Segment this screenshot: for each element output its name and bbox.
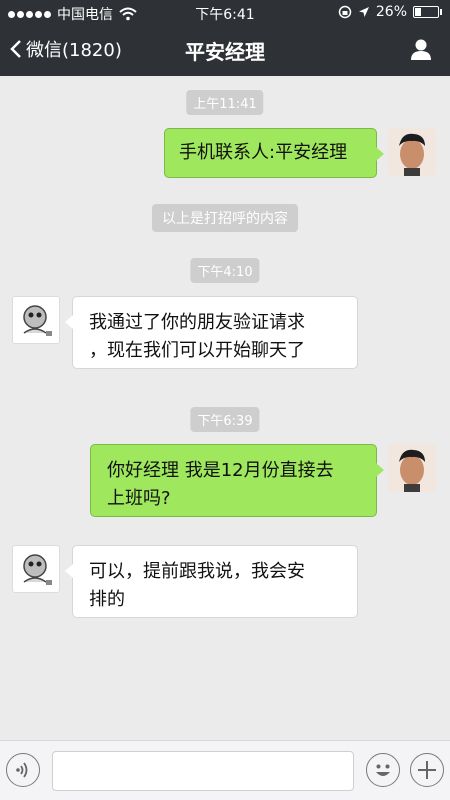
input-bar [0,740,450,800]
my-avatar[interactable] [388,128,436,176]
contact-avatar[interactable] [12,296,60,344]
chat-area[interactable]: 上午11:41 手机联系人:平安经理 以上是打招呼的内容 下午4:10 我通过了… [0,76,450,740]
message-line: 我通过了你的朋友验证请求 [89,312,305,333]
more-button[interactable] [410,753,444,787]
timestamp: 下午4:10 [190,258,260,283]
message-line: 可以，提前跟我说，我会安 [89,561,305,582]
battery-tip [440,9,442,15]
message-line: 上班吗? [107,488,171,509]
message-bubble-incoming[interactable]: 可以，提前跟我说，我会安 排的 [65,545,358,618]
message-bubble-outgoing[interactable]: 手机联系人:平安经理 [164,128,384,178]
person-icon [411,39,431,60]
voice-icon [16,762,28,778]
contact-avatar[interactable] [12,545,60,593]
message-line: ，现在我们可以开始聊天了 [89,340,305,361]
avatar-photo [388,128,436,176]
plus-icon [418,761,436,779]
my-avatar[interactable] [388,444,436,492]
profile-button[interactable] [410,38,432,64]
battery-percent: 26% [375,4,407,20]
emoji-button[interactable] [366,753,400,787]
message-bubble-outgoing[interactable]: 你好经理 我是12月份直接去 上班吗? [90,444,384,517]
system-message: 以上是打招呼的内容 [152,204,298,232]
timestamp: 上午11:41 [186,90,264,115]
status-right: 26% [338,4,442,20]
message-bubble-incoming[interactable]: 我通过了你的朋友验证请求 ，现在我们可以开始聊天了 [65,296,358,369]
nav-bar: 微信(1820) 平安经理 [0,24,450,76]
emoji-icon [376,764,390,776]
avatar-photo [388,444,436,492]
status-bar: 中国电信 下午6:41 26% [0,0,450,24]
avatar-drawing [23,554,52,585]
location-arrow-icon [358,7,369,17]
message-text: 手机联系人:平安经理 [179,142,348,163]
message-line: 排的 [89,589,125,610]
voice-button[interactable] [6,753,40,787]
chat-title: 平安经理 [185,40,265,64]
battery-icon [413,6,439,18]
rotation-lock-icon [338,5,352,19]
message-line: 你好经理 我是12月份直接去 [107,460,334,481]
timestamp: 下午6:39 [190,407,260,432]
message-input[interactable] [52,751,354,791]
avatar-drawing [23,305,52,336]
